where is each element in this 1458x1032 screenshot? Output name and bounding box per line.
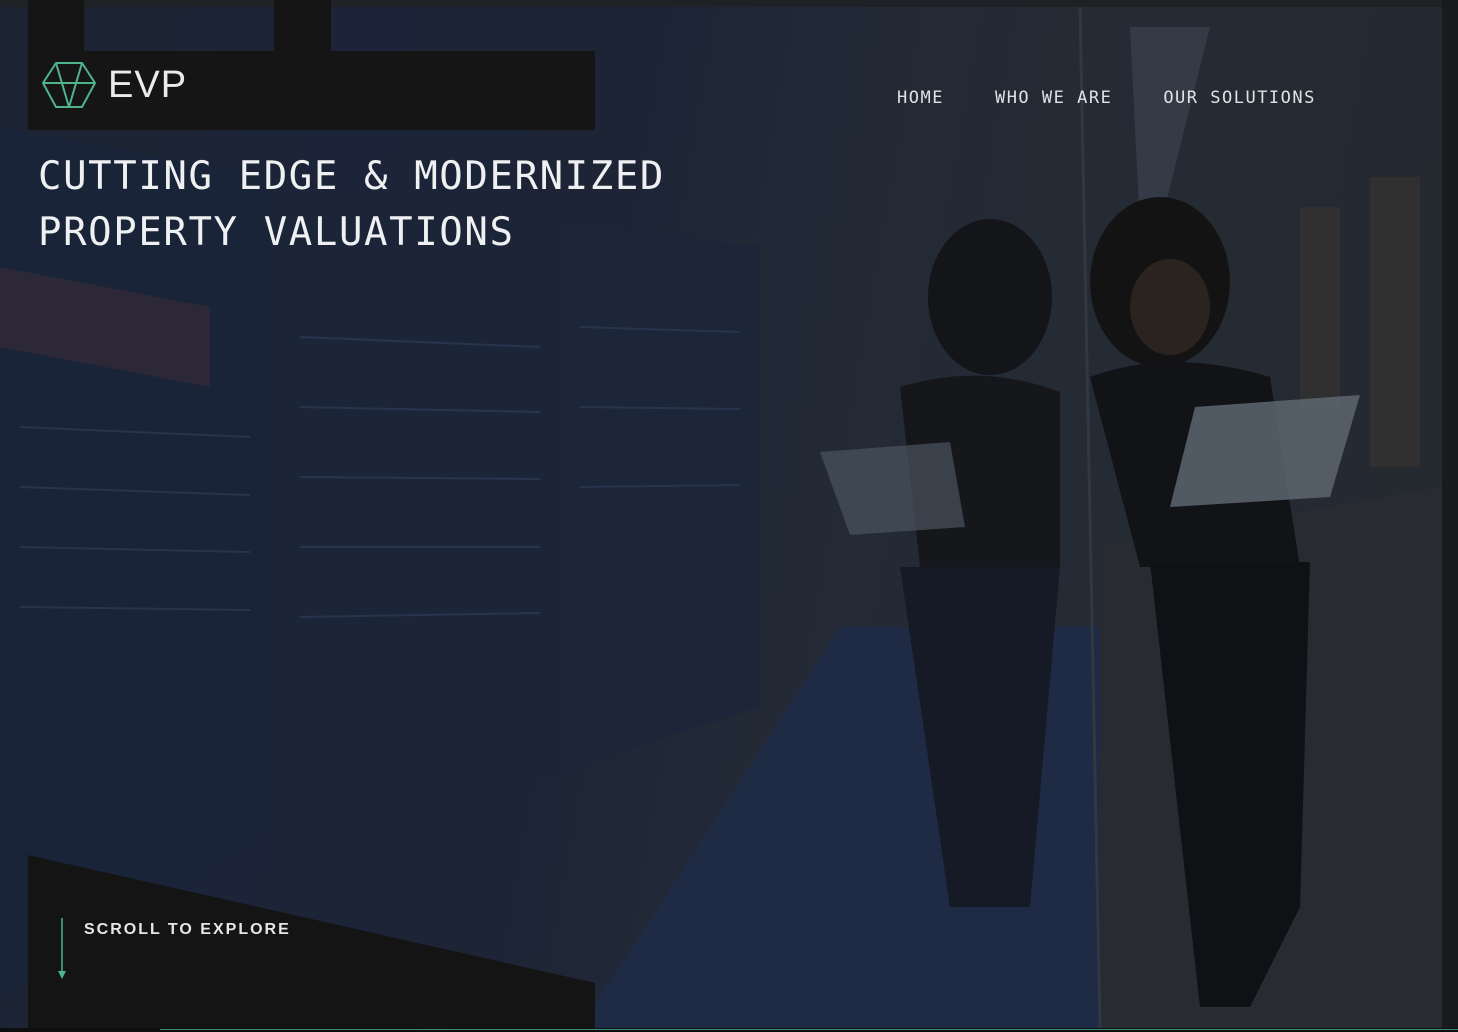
- hero-headline-line-1: CUTTING EDGE & MODERNIZED: [38, 154, 665, 199]
- gem-outline-icon: [42, 62, 96, 108]
- overlay-block-top-middle: [274, 0, 331, 58]
- arrow-down-icon: [58, 918, 66, 979]
- scroll-to-explore-link[interactable]: SCROLL TO EXPLORE: [84, 921, 291, 939]
- right-edge-strip: [1442, 0, 1458, 1032]
- bottom-accent-line: [160, 1029, 1458, 1030]
- top-strip: [0, 0, 1458, 7]
- hero-headline-line-2: PROPERTY VALUATIONS: [38, 210, 515, 255]
- hero-headline: CUTTING EDGE & MODERNIZED PROPERTY VALUA…: [38, 149, 665, 261]
- nav-home-link[interactable]: HOME: [897, 88, 944, 108]
- overlay-block-top-left: [28, 0, 84, 58]
- nav-who-we-are-link[interactable]: WHO WE ARE: [995, 88, 1112, 108]
- scroll-panel: [28, 855, 595, 1028]
- brand-name: EVP: [108, 64, 188, 106]
- nav-our-solutions-link[interactable]: OUR SOLUTIONS: [1163, 88, 1316, 108]
- brand-logo[interactable]: EVP: [42, 61, 187, 109]
- main-nav: HOME WHO WE ARE OUR SOLUTIONS: [897, 88, 1316, 108]
